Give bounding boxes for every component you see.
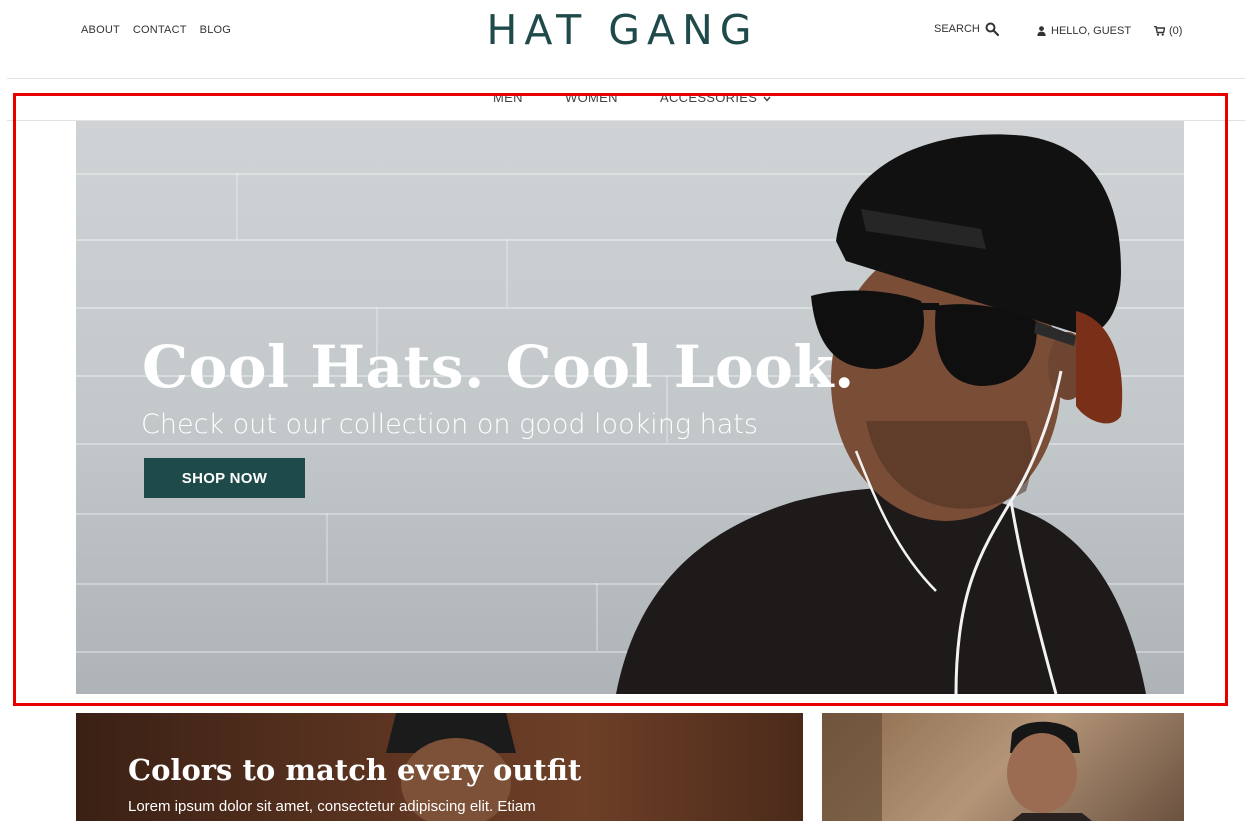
cart-count: (0) xyxy=(1169,25,1183,37)
category-nav: MEN WOMEN ACCESSORIES xyxy=(0,90,1245,108)
search-button[interactable]: SEARCH xyxy=(934,22,999,36)
hero-banner: Cool Hats. Cool Look. Check out our coll… xyxy=(76,121,1184,694)
nav-item-men[interactable]: MEN xyxy=(493,90,523,105)
hero-model-image xyxy=(616,134,1146,694)
promo-side-image xyxy=(822,713,1092,821)
promo-colors-banner[interactable]: Colors to match every outfit Lorem ipsum… xyxy=(76,713,803,821)
promo-text: Lorem ipsum dolor sit amet, consectetur … xyxy=(128,798,536,815)
nav-item-accessories-label: ACCESSORIES xyxy=(660,90,758,105)
chevron-down-icon xyxy=(763,96,771,102)
hero-title: Cool Hats. Cool Look. xyxy=(142,333,855,401)
nav-item-women[interactable]: WOMEN xyxy=(565,90,618,105)
search-label: SEARCH xyxy=(934,23,980,35)
promo-side-banner[interactable] xyxy=(822,713,1184,821)
shop-now-button[interactable]: SHOP NOW xyxy=(144,458,305,498)
user-account-link[interactable]: HELLO, GUEST xyxy=(1037,25,1131,37)
top-header: ABOUT CONTACT BLOG HAT GANG SEARCH HELLO… xyxy=(0,0,1245,60)
cart-icon xyxy=(1154,26,1165,36)
cart-link[interactable]: (0) xyxy=(1154,25,1182,37)
user-greeting: HELLO, GUEST xyxy=(1051,25,1132,37)
promo-title: Colors to match every outfit xyxy=(128,753,582,787)
user-icon xyxy=(1037,26,1046,36)
header-divider xyxy=(7,78,1245,79)
search-icon xyxy=(985,22,999,36)
hero-subtitle: Check out our collection on good looking… xyxy=(141,409,758,440)
nav-item-accessories[interactable]: ACCESSORIES xyxy=(660,90,771,105)
